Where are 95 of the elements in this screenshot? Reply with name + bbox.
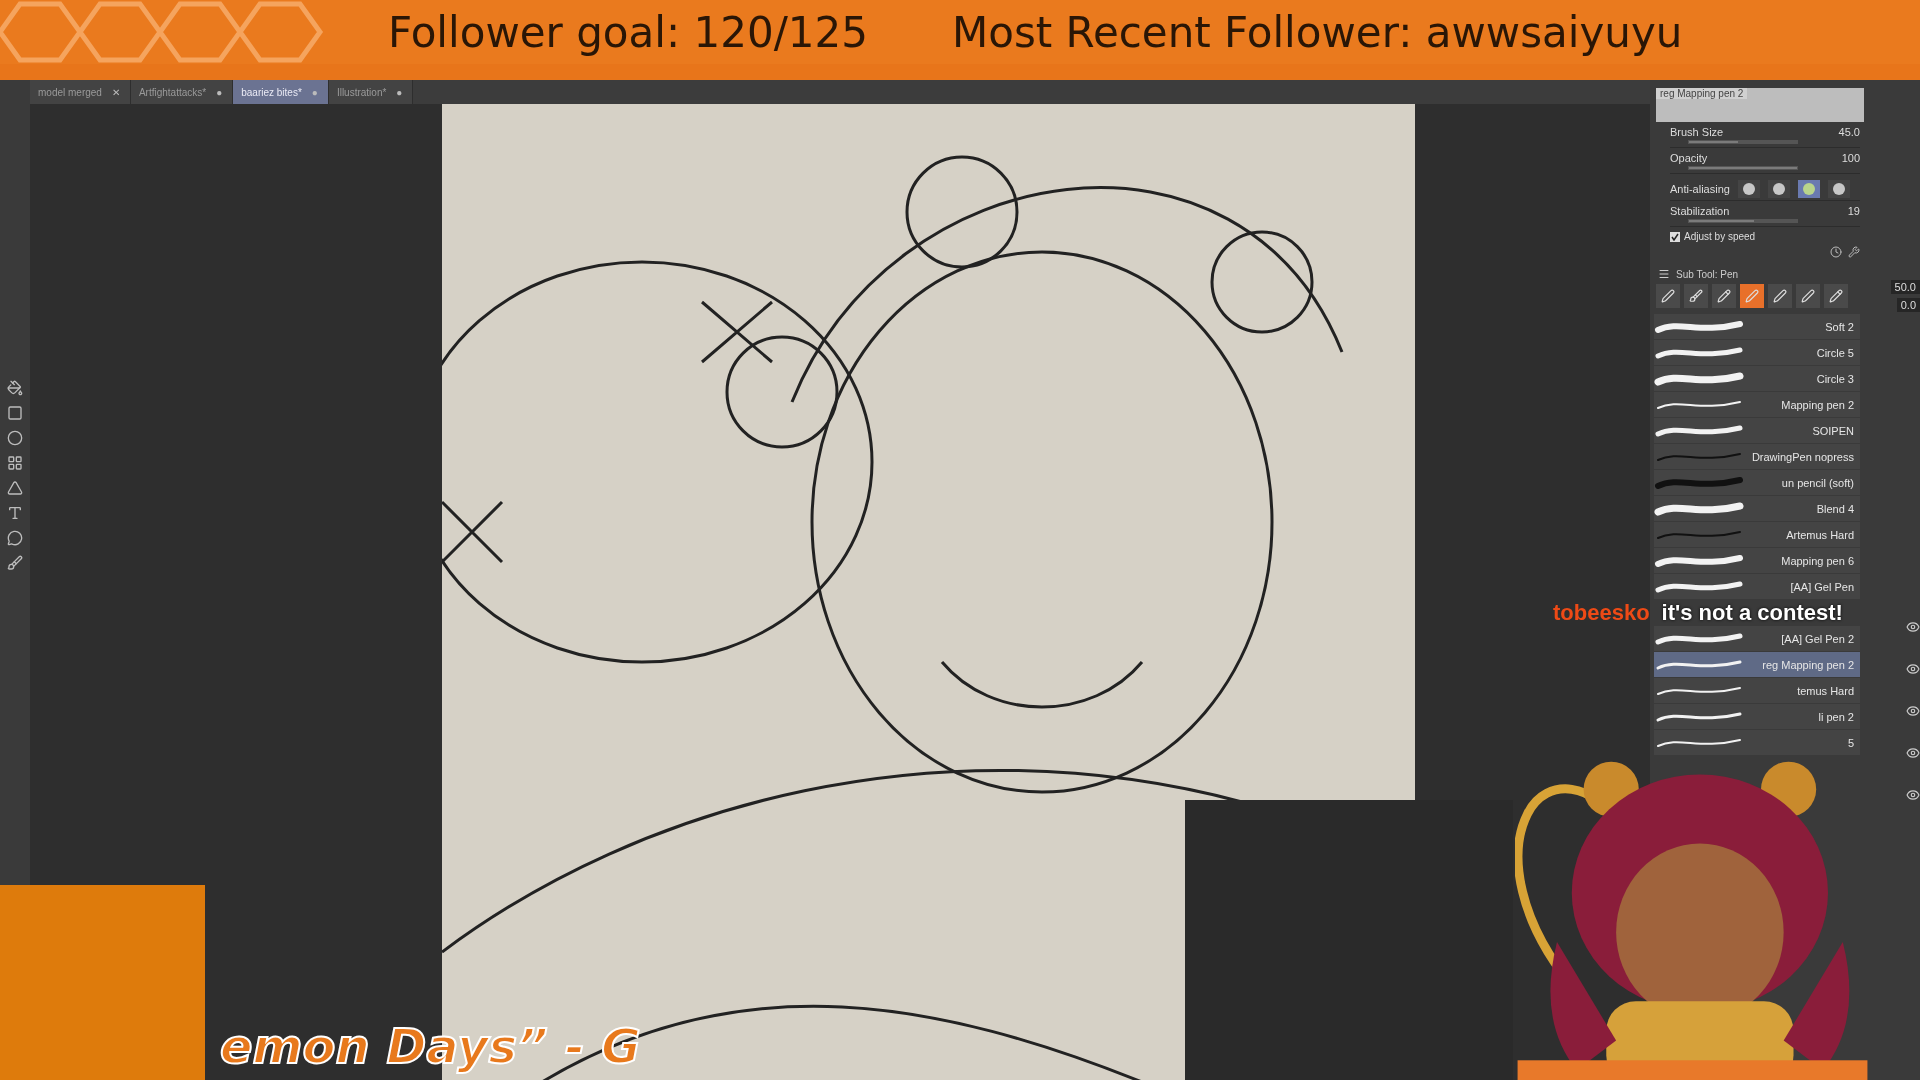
sub-tool-label: un pencil (soft) bbox=[1781, 476, 1854, 489]
property-label: Anti-aliasing bbox=[1670, 183, 1730, 195]
sub-tool-item[interactable]: SOIPEN bbox=[1654, 418, 1860, 443]
chat-username: tobeesko bbox=[1553, 601, 1650, 625]
sub-tool-label: li pen 2 bbox=[1818, 710, 1854, 723]
tab-label: baariez bites* bbox=[241, 86, 302, 98]
tool-icon[interactable] bbox=[7, 405, 23, 421]
pen-icon bbox=[1745, 289, 1759, 303]
property-value[interactable]: 100 bbox=[1841, 152, 1860, 164]
follower-goal: Follower goal: 120/125 bbox=[388, 7, 868, 57]
sub-tool-item[interactable]: [AA] Gel Pen 2 bbox=[1654, 626, 1860, 651]
pen-group-button[interactable] bbox=[1712, 284, 1736, 308]
sub-tool-item[interactable]: un pencil (soft) bbox=[1654, 470, 1860, 495]
sub-tool-item[interactable]: Circle 3 bbox=[1654, 366, 1860, 391]
chat-message: it's not a contest! bbox=[1661, 601, 1843, 625]
anti-aliasing-option[interactable] bbox=[1827, 180, 1850, 198]
tool-icon[interactable] bbox=[7, 480, 23, 496]
document-tab[interactable]: model merged ✕ bbox=[30, 80, 131, 104]
property-label: Opacity bbox=[1670, 152, 1709, 164]
document-tab[interactable]: baariez bites* ● bbox=[233, 80, 329, 104]
recent-follower: Most Recent Follower: awwsaiyuyu bbox=[951, 7, 1683, 57]
adjust-checkbox[interactable]: Adjust by speed bbox=[1670, 231, 1860, 242]
pen-icon bbox=[1661, 289, 1675, 303]
sub-tool-label: [AA] Gel Pen bbox=[1790, 580, 1854, 593]
sub-tool-item[interactable]: 5 bbox=[1654, 730, 1860, 755]
clock-icon[interactable] bbox=[1830, 246, 1842, 258]
tool-icon[interactable] bbox=[7, 505, 23, 521]
sub-tool-label: Artemus Hard bbox=[1786, 528, 1854, 541]
sub-tool-label: temus Hard bbox=[1797, 684, 1854, 697]
sub-tool-item[interactable]: li pen 2 bbox=[1654, 704, 1860, 729]
sub-tool-item[interactable]: reg Mapping pen 2 bbox=[1654, 652, 1860, 677]
sub-tool-item[interactable]: Mapping pen 6 bbox=[1654, 548, 1860, 573]
sub-tool-item[interactable]: DrawingPen nopress bbox=[1654, 444, 1860, 469]
eye-icon[interactable] bbox=[1906, 662, 1920, 676]
tab-close[interactable]: ✕ bbox=[111, 86, 120, 98]
sub-tool-item[interactable]: Artemus Hard bbox=[1654, 522, 1860, 547]
tool-icon[interactable] bbox=[7, 380, 23, 396]
sub-tool-item[interactable]: Blend 4 bbox=[1654, 496, 1860, 521]
anti-aliasing-option[interactable] bbox=[1767, 180, 1790, 198]
pen-group-button[interactable] bbox=[1684, 284, 1708, 308]
pen-icon bbox=[1801, 289, 1815, 303]
sub-tool-label: Soft 2 bbox=[1825, 320, 1854, 333]
brush-stroke-icon bbox=[1654, 499, 1744, 518]
sub-tool-label: Circle 3 bbox=[1816, 372, 1854, 385]
sub-tool-label: 5 bbox=[1847, 736, 1854, 749]
tab-label: Illustration* bbox=[336, 86, 387, 98]
tab-label: Artfightattacks* bbox=[138, 86, 207, 98]
tool-icon[interactable] bbox=[7, 555, 23, 571]
tool-icon[interactable] bbox=[7, 430, 23, 446]
value-field[interactable]: 0.0 bbox=[1896, 298, 1920, 312]
tab-close[interactable]: ● bbox=[396, 86, 403, 98]
property-label: Brush Size bbox=[1670, 126, 1725, 138]
sub-tool-label: Mapping pen 2 bbox=[1781, 398, 1854, 411]
sub-tool-label: SOIPEN bbox=[1812, 424, 1854, 437]
property-value[interactable]: 19 bbox=[1847, 205, 1860, 217]
pen-icon bbox=[1689, 289, 1703, 303]
sub-tool-item[interactable]: Soft 2 bbox=[1654, 314, 1860, 339]
pen-group-button[interactable] bbox=[1796, 284, 1820, 308]
tab-label: model merged bbox=[38, 86, 102, 98]
pen-icon bbox=[1773, 289, 1787, 303]
tool-icon[interactable] bbox=[7, 455, 23, 471]
sub-tool-item[interactable]: Circle 5 bbox=[1654, 340, 1860, 365]
anti-aliasing-option[interactable] bbox=[1737, 180, 1760, 198]
eye-icon[interactable] bbox=[1906, 704, 1920, 718]
value-field[interactable]: 50.0 bbox=[1890, 280, 1920, 294]
property-value[interactable]: 45.0 bbox=[1838, 126, 1860, 138]
pen-icon bbox=[1829, 289, 1843, 303]
pen-group-button[interactable] bbox=[1656, 284, 1680, 308]
property-label: Stabilization bbox=[1670, 205, 1731, 217]
sub-tool-label: reg Mapping pen 2 bbox=[1762, 658, 1854, 671]
menu-icon[interactable] bbox=[1658, 268, 1670, 280]
pen-group-button[interactable] bbox=[1824, 284, 1848, 308]
brush-name: reg Mapping pen 2 bbox=[1656, 88, 1748, 99]
eye-icon[interactable] bbox=[1906, 620, 1920, 634]
tool-icon[interactable] bbox=[7, 530, 23, 546]
sub-tool-label: [AA] Gel Pen 2 bbox=[1781, 632, 1854, 645]
anti-aliasing-option[interactable] bbox=[1797, 180, 1820, 198]
eye-icon[interactable] bbox=[1906, 746, 1920, 760]
checkbox-label: Adjust by speed bbox=[1684, 231, 1756, 242]
sub-tool-label: DrawingPen nopress bbox=[1751, 450, 1854, 463]
sub-tool-item[interactable]: Mapping pen 2 bbox=[1654, 392, 1860, 417]
sub-tool-label: Circle 5 bbox=[1816, 346, 1854, 359]
document-tab[interactable]: Artfightattacks* ● bbox=[130, 80, 234, 104]
sub-tool-item[interactable]: temus Hard bbox=[1654, 678, 1860, 703]
settings-icon[interactable] bbox=[1848, 246, 1860, 258]
sub-tool-label: Mapping pen 6 bbox=[1781, 554, 1854, 567]
sub-tool-item[interactable]: [AA] Gel Pen bbox=[1654, 574, 1860, 599]
pen-icon bbox=[1717, 289, 1731, 303]
tab-close[interactable]: ● bbox=[216, 86, 223, 98]
sub-tool-label: Blend 4 bbox=[1816, 502, 1854, 515]
document-tab[interactable]: Illustration* ● bbox=[328, 80, 414, 104]
pen-group-button[interactable] bbox=[1768, 284, 1792, 308]
brush-stroke-icon bbox=[1654, 369, 1744, 388]
panel-title: Sub Tool: Pen bbox=[1676, 268, 1739, 280]
eye-icon[interactable] bbox=[1906, 788, 1920, 802]
